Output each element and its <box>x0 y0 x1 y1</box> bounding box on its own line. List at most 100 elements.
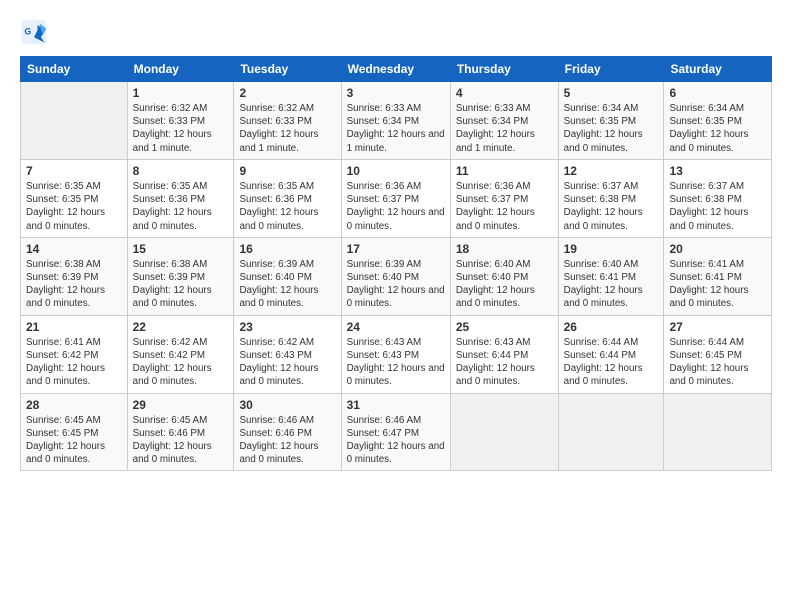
cell-info: Sunrise: 6:32 AMSunset: 6:33 PMDaylight:… <box>133 102 229 155</box>
calendar-cell: 31Sunrise: 6:46 AMSunset: 6:47 PMDayligh… <box>341 393 450 471</box>
calendar-cell <box>21 82 128 160</box>
day-number: 11 <box>456 164 553 178</box>
day-number: 13 <box>669 164 766 178</box>
header: G <box>20 18 772 46</box>
cell-info: Sunrise: 6:36 AMSunset: 6:37 PMDaylight:… <box>347 180 445 233</box>
cell-info: Sunrise: 6:46 AMSunset: 6:46 PMDaylight:… <box>239 414 335 467</box>
calendar-week-4: 21 Sunrise: 6:41 AMSunset: 6:42 PMDayligh… <box>21 315 772 393</box>
day-number: 15 <box>133 242 229 256</box>
calendar-cell: 5 Sunrise: 6:34 AMSunset: 6:35 PMDaylight… <box>558 82 664 160</box>
calendar-cell: 17 Sunrise: 6:39 AMSunset: 6:40 PMDayligh… <box>341 237 450 315</box>
calendar-cell: 15 Sunrise: 6:38 AMSunset: 6:39 PMDayligh… <box>127 237 234 315</box>
calendar-week-2: 7 Sunrise: 6:35 AMSunset: 6:35 PMDaylight… <box>21 159 772 237</box>
calendar-cell: 19Sunrise: 6:40 AMSunset: 6:41 PMDayligh… <box>558 237 664 315</box>
logo: G <box>20 18 50 46</box>
weekday-monday: Monday <box>127 57 234 82</box>
calendar-cell: 11 Sunrise: 6:36 AMSunset: 6:37 PMDayligh… <box>450 159 558 237</box>
day-number: 17 <box>347 242 445 256</box>
calendar-week-5: 28Sunrise: 6:45 AMSunset: 6:45 PMDayligh… <box>21 393 772 471</box>
cell-info: Sunrise: 6:33 AMSunset: 6:34 PMDaylight:… <box>347 102 445 155</box>
calendar-cell: 28Sunrise: 6:45 AMSunset: 6:45 PMDayligh… <box>21 393 128 471</box>
day-number: 25 <box>456 320 553 334</box>
cell-info: Sunrise: 6:35 AMSunset: 6:36 PMDaylight:… <box>239 180 335 233</box>
calendar-cell: 9 Sunrise: 6:35 AMSunset: 6:36 PMDaylight… <box>234 159 341 237</box>
cell-info: Sunrise: 6:38 AMSunset: 6:39 PMDaylight:… <box>133 258 229 311</box>
day-number: 23 <box>239 320 335 334</box>
cell-info: Sunrise: 6:38 AMSunset: 6:39 PMDaylight:… <box>26 258 122 311</box>
calendar-body: 1 Sunrise: 6:32 AMSunset: 6:33 PMDaylight… <box>21 82 772 471</box>
calendar-cell: 29 Sunrise: 6:45 AMSunset: 6:46 PMDayligh… <box>127 393 234 471</box>
calendar-cell: 7 Sunrise: 6:35 AMSunset: 6:35 PMDaylight… <box>21 159 128 237</box>
day-number: 24 <box>347 320 445 334</box>
cell-info: Sunrise: 6:35 AMSunset: 6:36 PMDaylight:… <box>133 180 229 233</box>
day-number: 22 <box>133 320 229 334</box>
svg-text:G: G <box>24 27 31 37</box>
cell-info: Sunrise: 6:37 AMSunset: 6:38 PMDaylight:… <box>564 180 659 233</box>
cell-info: Sunrise: 6:42 AMSunset: 6:43 PMDaylight:… <box>239 336 335 389</box>
cell-info: Sunrise: 6:39 AMSunset: 6:40 PMDaylight:… <box>239 258 335 311</box>
cell-info: Sunrise: 6:34 AMSunset: 6:35 PMDaylight:… <box>564 102 659 155</box>
calendar-cell: 3 Sunrise: 6:33 AMSunset: 6:34 PMDaylight… <box>341 82 450 160</box>
calendar-table: SundayMondayTuesdayWednesdayThursdayFrid… <box>20 56 772 471</box>
calendar-cell: 4Sunrise: 6:33 AMSunset: 6:34 PMDaylight… <box>450 82 558 160</box>
cell-info: Sunrise: 6:45 AMSunset: 6:45 PMDaylight:… <box>26 414 122 467</box>
cell-info: Sunrise: 6:37 AMSunset: 6:38 PMDaylight:… <box>669 180 766 233</box>
day-number: 4 <box>456 86 553 100</box>
cell-info: Sunrise: 6:40 AMSunset: 6:40 PMDaylight:… <box>456 258 553 311</box>
cell-info: Sunrise: 6:36 AMSunset: 6:37 PMDaylight:… <box>456 180 553 233</box>
cell-info: Sunrise: 6:42 AMSunset: 6:42 PMDaylight:… <box>133 336 229 389</box>
weekday-friday: Friday <box>558 57 664 82</box>
cell-info: Sunrise: 6:43 AMSunset: 6:43 PMDaylight:… <box>347 336 445 389</box>
calendar-cell: 10Sunrise: 6:36 AMSunset: 6:37 PMDayligh… <box>341 159 450 237</box>
cell-info: Sunrise: 6:40 AMSunset: 6:41 PMDaylight:… <box>564 258 659 311</box>
day-number: 30 <box>239 398 335 412</box>
cell-info: Sunrise: 6:41 AMSunset: 6:42 PMDaylight:… <box>26 336 122 389</box>
day-number: 21 <box>26 320 122 334</box>
day-number: 6 <box>669 86 766 100</box>
calendar-cell: 1 Sunrise: 6:32 AMSunset: 6:33 PMDaylight… <box>127 82 234 160</box>
day-number: 1 <box>133 86 229 100</box>
day-number: 7 <box>26 164 122 178</box>
weekday-wednesday: Wednesday <box>341 57 450 82</box>
day-number: 3 <box>347 86 445 100</box>
day-number: 27 <box>669 320 766 334</box>
day-number: 5 <box>564 86 659 100</box>
calendar-cell <box>558 393 664 471</box>
calendar-cell: 6 Sunrise: 6:34 AMSunset: 6:35 PMDaylight… <box>664 82 772 160</box>
day-number: 16 <box>239 242 335 256</box>
calendar-cell: 2Sunrise: 6:32 AMSunset: 6:33 PMDaylight… <box>234 82 341 160</box>
cell-info: Sunrise: 6:34 AMSunset: 6:35 PMDaylight:… <box>669 102 766 155</box>
calendar-cell: 24 Sunrise: 6:43 AMSunset: 6:43 PMDayligh… <box>341 315 450 393</box>
cell-info: Sunrise: 6:35 AMSunset: 6:35 PMDaylight:… <box>26 180 122 233</box>
day-number: 14 <box>26 242 122 256</box>
weekday-saturday: Saturday <box>664 57 772 82</box>
calendar-cell <box>450 393 558 471</box>
calendar-cell: 23 Sunrise: 6:42 AMSunset: 6:43 PMDayligh… <box>234 315 341 393</box>
cell-info: Sunrise: 6:46 AMSunset: 6:47 PMDaylight:… <box>347 414 445 467</box>
weekday-tuesday: Tuesday <box>234 57 341 82</box>
calendar-cell: 21 Sunrise: 6:41 AMSunset: 6:42 PMDayligh… <box>21 315 128 393</box>
cell-info: Sunrise: 6:44 AMSunset: 6:44 PMDaylight:… <box>564 336 659 389</box>
cell-info: Sunrise: 6:45 AMSunset: 6:46 PMDaylight:… <box>133 414 229 467</box>
day-number: 26 <box>564 320 659 334</box>
cell-info: Sunrise: 6:41 AMSunset: 6:41 PMDaylight:… <box>669 258 766 311</box>
calendar-cell: 12 Sunrise: 6:37 AMSunset: 6:38 PMDayligh… <box>558 159 664 237</box>
cell-info: Sunrise: 6:32 AMSunset: 6:33 PMDaylight:… <box>239 102 335 155</box>
calendar-week-1: 1 Sunrise: 6:32 AMSunset: 6:33 PMDaylight… <box>21 82 772 160</box>
day-number: 12 <box>564 164 659 178</box>
calendar-cell: 27Sunrise: 6:44 AMSunset: 6:45 PMDayligh… <box>664 315 772 393</box>
weekday-header-row: SundayMondayTuesdayWednesdayThursdayFrid… <box>21 57 772 82</box>
calendar-cell: 25Sunrise: 6:43 AMSunset: 6:44 PMDayligh… <box>450 315 558 393</box>
calendar-cell: 20 Sunrise: 6:41 AMSunset: 6:41 PMDayligh… <box>664 237 772 315</box>
day-number: 29 <box>133 398 229 412</box>
day-number: 20 <box>669 242 766 256</box>
calendar-cell: 30 Sunrise: 6:46 AMSunset: 6:46 PMDayligh… <box>234 393 341 471</box>
calendar-cell <box>664 393 772 471</box>
cell-info: Sunrise: 6:39 AMSunset: 6:40 PMDaylight:… <box>347 258 445 311</box>
day-number: 9 <box>239 164 335 178</box>
calendar-cell: 8 Sunrise: 6:35 AMSunset: 6:36 PMDaylight… <box>127 159 234 237</box>
day-number: 8 <box>133 164 229 178</box>
calendar-cell: 26 Sunrise: 6:44 AMSunset: 6:44 PMDayligh… <box>558 315 664 393</box>
calendar-week-3: 14 Sunrise: 6:38 AMSunset: 6:39 PMDayligh… <box>21 237 772 315</box>
calendar-cell: 14 Sunrise: 6:38 AMSunset: 6:39 PMDayligh… <box>21 237 128 315</box>
